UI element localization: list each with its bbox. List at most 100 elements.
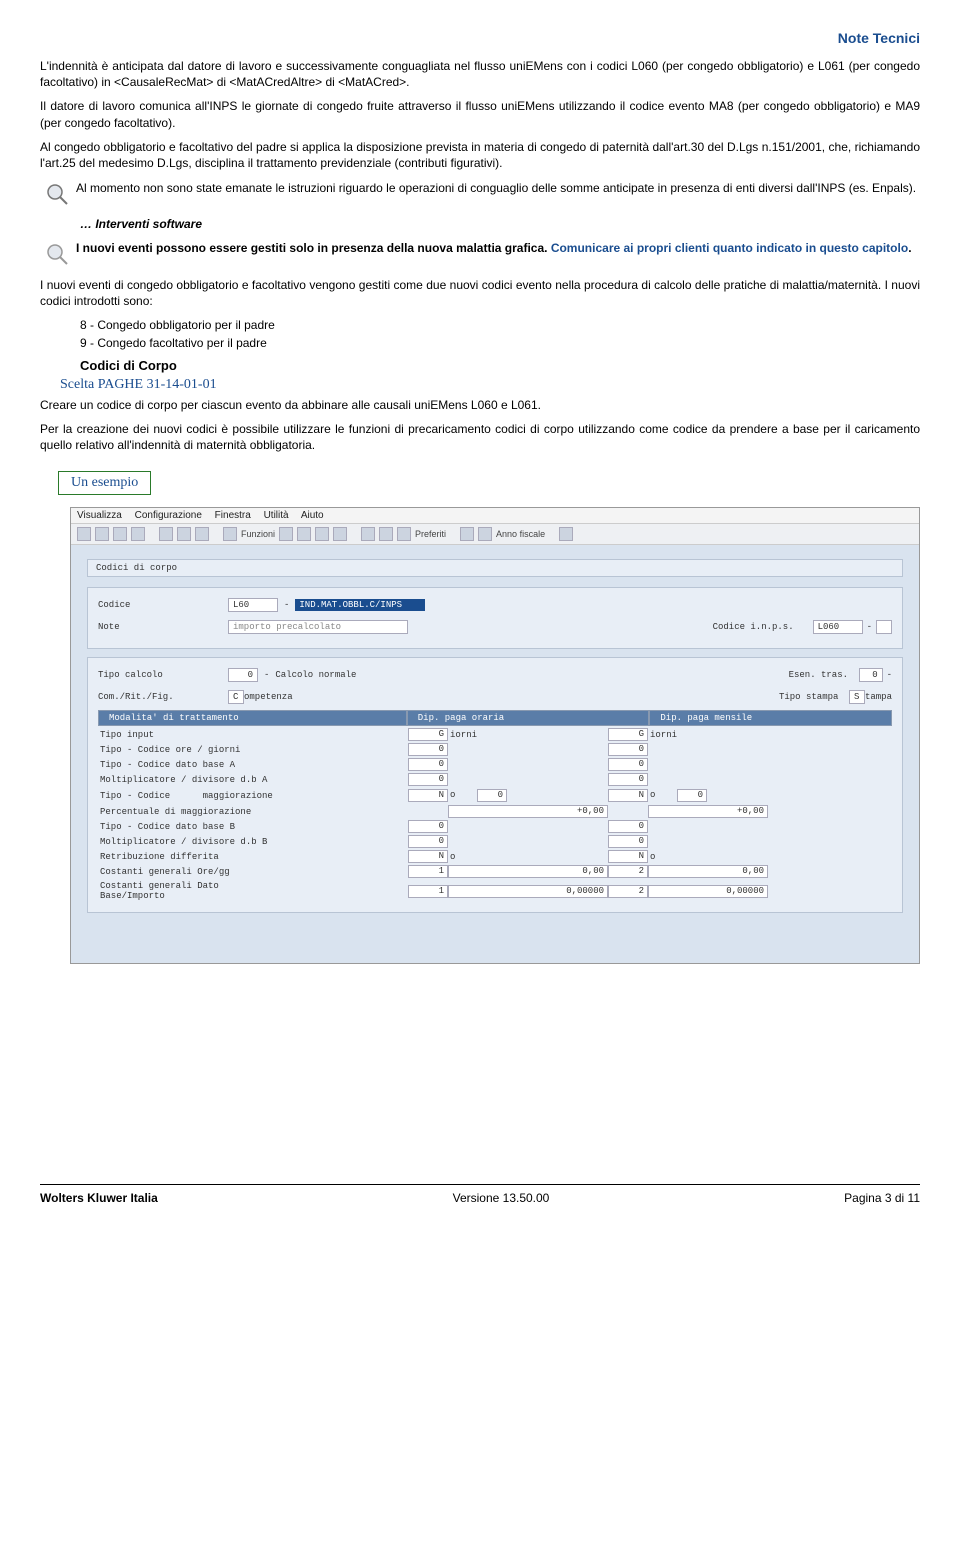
codinps-input[interactable]: L060 xyxy=(813,620,863,634)
tipostampa-label: Tipo stampa xyxy=(779,692,849,702)
tool-icon[interactable] xyxy=(361,527,375,541)
val[interactable]: 0,00 xyxy=(448,865,608,878)
val[interactable]: 0 xyxy=(408,773,448,786)
esen-input[interactable]: 0 xyxy=(859,668,883,682)
lbl: Tipo input xyxy=(98,729,288,741)
val[interactable]: G xyxy=(608,728,648,741)
dash: - xyxy=(284,600,289,610)
desc: o xyxy=(650,790,655,800)
lbl: Tipo - Codice xyxy=(100,791,170,801)
val[interactable]: N xyxy=(608,789,648,802)
tool-icon[interactable] xyxy=(95,527,109,541)
note-label: Note xyxy=(98,622,228,632)
note-2a: I nuovi eventi possono essere gestiti so… xyxy=(76,241,551,255)
val[interactable]: 0 xyxy=(608,758,648,771)
tipostampa-input[interactable]: S xyxy=(849,690,865,704)
esempio-box: Un esempio xyxy=(58,471,151,495)
codice-desc[interactable]: IND.MAT.OBBL.C/INPS xyxy=(295,599,425,611)
toolbar-anno[interactable]: Anno fiscale xyxy=(496,529,545,539)
val[interactable]: N xyxy=(408,850,448,863)
tool-icon[interactable] xyxy=(297,527,311,541)
val[interactable]: 0 xyxy=(608,820,648,833)
paragraph-4: I nuovi eventi di congedo obbligatorio e… xyxy=(40,277,920,309)
list-item-8: 8 - Congedo obbligatorio per il padre xyxy=(80,318,920,332)
toolbar-preferiti[interactable]: Preferiti xyxy=(415,529,446,539)
tool-icon[interactable] xyxy=(559,527,573,541)
val[interactable]: 0 xyxy=(677,789,707,802)
val[interactable]: 0,00000 xyxy=(648,885,768,898)
val[interactable]: 0 xyxy=(477,789,507,802)
menu-aiuto[interactable]: Aiuto xyxy=(301,510,324,521)
val[interactable]: 1 xyxy=(408,885,448,898)
val[interactable]: 0,00 xyxy=(648,865,768,878)
tool-icon[interactable] xyxy=(159,527,173,541)
val[interactable]: 0 xyxy=(608,773,648,786)
val[interactable]: +0,00 xyxy=(648,805,768,818)
tool-icon[interactable] xyxy=(195,527,209,541)
tool-icon[interactable] xyxy=(333,527,347,541)
val[interactable]: N xyxy=(608,850,648,863)
tab-oraria[interactable]: Dip. paga oraria xyxy=(407,710,650,726)
grid-row: Moltiplicatore / divisore d.b B 0 0 xyxy=(98,835,892,848)
magnifier-icon xyxy=(44,181,72,209)
val[interactable]: 0 xyxy=(608,835,648,848)
lbl: Retribuzione differita xyxy=(98,851,288,863)
menu-utilita[interactable]: Utilità xyxy=(264,510,289,521)
val[interactable]: N xyxy=(408,789,448,802)
lbl: Tipo - Codice dato base B xyxy=(98,821,288,833)
val[interactable]: 0,00000 xyxy=(448,885,608,898)
val[interactable]: 0 xyxy=(408,835,448,848)
codinps-ext[interactable] xyxy=(876,620,892,634)
note-block-2: I nuovi eventi possono essere gestiti so… xyxy=(44,241,920,269)
com-input[interactable]: C xyxy=(228,690,244,704)
grid-row: Tipo - Codice ore / giorni 0 0 xyxy=(98,743,892,756)
val[interactable]: +0,00 xyxy=(448,805,608,818)
menu-finestra[interactable]: Finestra xyxy=(215,510,251,521)
val[interactable]: 0 xyxy=(408,758,448,771)
menu-configurazione[interactable]: Configurazione xyxy=(135,510,202,521)
grid-row: Costanti generali Dato Base/Importo 1 0,… xyxy=(98,880,892,902)
tipocalcolo-input[interactable]: 0 xyxy=(228,668,258,682)
grid-row: Retribuzione differita N o N o xyxy=(98,850,892,863)
com-desc: ompetenza xyxy=(244,692,293,702)
interventi-heading: … Interventi software xyxy=(80,217,920,231)
paragraph-5: Creare un codice di corpo per ciascun ev… xyxy=(40,397,920,413)
tool-icon[interactable] xyxy=(315,527,329,541)
tool-icon[interactable] xyxy=(478,527,492,541)
tab-mensile[interactable]: Dip. paga mensile xyxy=(649,710,892,726)
lbl: Percentuale di maggiorazione xyxy=(98,806,288,818)
tool-icon[interactable] xyxy=(279,527,293,541)
val[interactable]: 2 xyxy=(608,865,648,878)
tool-icon[interactable] xyxy=(113,527,127,541)
note-input[interactable]: importo precalcolato xyxy=(228,620,408,634)
tab-modalita[interactable]: Modalita' di trattamento xyxy=(98,710,407,726)
grid-row: Tipo - Codice maggiorazione N o 0 N o 0 xyxy=(98,788,892,803)
val[interactable]: 1 xyxy=(408,865,448,878)
tool-icon[interactable] xyxy=(460,527,474,541)
tool-icon[interactable] xyxy=(223,527,237,541)
val[interactable]: G xyxy=(408,728,448,741)
menubar[interactable]: Visualizza Configurazione Finestra Utili… xyxy=(71,508,919,524)
val[interactable]: 0 xyxy=(408,820,448,833)
val[interactable]: 0 xyxy=(408,743,448,756)
note-2b: Comunicare ai propri clienti quanto indi… xyxy=(551,241,908,255)
toolbar-funzioni[interactable]: Funzioni xyxy=(241,529,275,539)
form-detail-block: Tipo calcolo 0 - Calcolo normale Esen. t… xyxy=(87,657,903,913)
lbl: Moltiplicatore / divisore d.b B xyxy=(98,836,288,848)
scelta-path: Scelta PAGHE 31-14-01-01 xyxy=(60,377,920,393)
tool-icon[interactable] xyxy=(131,527,145,541)
form-header-block: Codice L60 - IND.MAT.OBBL.C/INPS Note im… xyxy=(87,587,903,649)
paragraph-3: Al congedo obbligatorio e facoltativo de… xyxy=(40,139,920,171)
val[interactable]: 2 xyxy=(608,885,648,898)
tool-icon[interactable] xyxy=(397,527,411,541)
desc: iorni xyxy=(648,729,768,741)
page-header: Note Tecnici xyxy=(40,30,920,46)
tool-icon[interactable] xyxy=(177,527,191,541)
lbl: Tipo - Codice dato base A xyxy=(98,759,288,771)
toolbar[interactable]: Funzioni Preferiti Anno fiscale xyxy=(71,524,919,545)
menu-visualizza[interactable]: Visualizza xyxy=(77,510,122,521)
tool-icon[interactable] xyxy=(379,527,393,541)
val[interactable]: 0 xyxy=(608,743,648,756)
tool-icon[interactable] xyxy=(77,527,91,541)
codice-input[interactable]: L60 xyxy=(228,598,278,612)
